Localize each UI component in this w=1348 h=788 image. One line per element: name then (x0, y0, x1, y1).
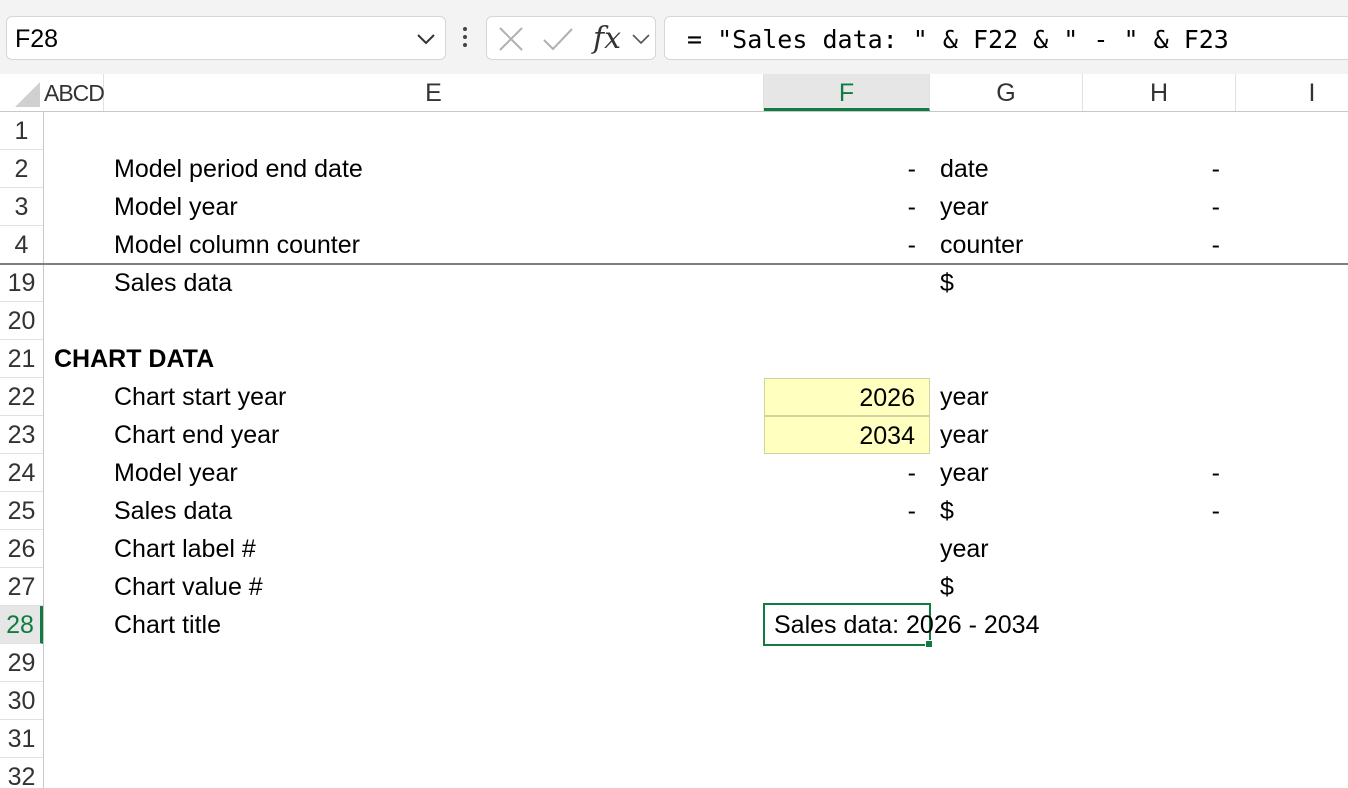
cell-f2[interactable]: - (764, 150, 930, 188)
cell-f4[interactable]: - (764, 226, 930, 264)
cell-f3[interactable]: - (764, 188, 930, 226)
row-header[interactable]: 30 (0, 682, 43, 720)
column-headers: ABCD E F G H I (0, 74, 1348, 112)
cell-g23[interactable]: year (940, 416, 989, 454)
row-header[interactable]: 21 (0, 340, 43, 378)
cell-e23[interactable]: Chart end year (114, 416, 279, 454)
row-headers: 1 2 3 4 19 20 21 22 23 24 25 26 27 28 29… (0, 112, 44, 788)
table-row: Chart label # year (44, 530, 1348, 568)
table-row: Model year - year - (44, 188, 1348, 226)
column-header-i[interactable]: I (1236, 74, 1348, 111)
column-header-f[interactable]: F (764, 74, 930, 111)
insert-function-icon[interactable]: fx (593, 21, 621, 56)
row-header[interactable]: 27 (0, 568, 43, 606)
row-header[interactable]: 4 (0, 226, 43, 264)
row-header[interactable]: 25 (0, 492, 43, 530)
row-header[interactable]: 29 (0, 644, 43, 682)
freeze-pane-divider (0, 263, 1348, 265)
table-row: Chart title (44, 606, 1348, 644)
row-header[interactable]: 22 (0, 378, 43, 416)
cell-g26[interactable]: year (940, 530, 989, 568)
cell-h3[interactable]: - (1084, 188, 1234, 226)
row-header[interactable]: 26 (0, 530, 43, 568)
cell-e26[interactable]: Chart label # (114, 530, 256, 568)
row-header[interactable]: 3 (0, 188, 43, 226)
cell-g3[interactable]: year (940, 188, 989, 226)
row-header[interactable]: 20 (0, 302, 43, 340)
row-header[interactable]: 1 (0, 112, 43, 150)
cell-g2[interactable]: date (940, 150, 989, 188)
cancel-icon[interactable] (497, 25, 525, 53)
cell-f22-input[interactable]: 2026 (764, 378, 930, 416)
formula-text: = "Sales data: " & F22 & " - " & F23 (687, 25, 1229, 54)
column-header-e[interactable]: E (104, 74, 764, 111)
cell-f25[interactable]: - (764, 492, 930, 530)
chevron-down-icon[interactable] (631, 31, 651, 47)
cell-h4[interactable]: - (1084, 226, 1234, 264)
table-row: Sales data $ (44, 264, 1348, 302)
column-header-abcd[interactable]: ABCD (44, 74, 105, 111)
cell-h2[interactable]: - (1084, 150, 1234, 188)
cell-e2[interactable]: Model period end date (114, 150, 363, 188)
row-header-selected[interactable]: 28 (0, 606, 43, 644)
cell-e27[interactable]: Chart value # (114, 568, 263, 606)
cell-g24[interactable]: year (940, 454, 989, 492)
row-header[interactable]: 24 (0, 454, 43, 492)
check-icon[interactable] (541, 25, 575, 53)
row-header[interactable]: 23 (0, 416, 43, 454)
cell-f24[interactable]: - (764, 454, 930, 492)
fill-handle[interactable] (925, 640, 933, 648)
table-row: CHART DATA (44, 340, 1348, 378)
cell-e25[interactable]: Sales data (114, 492, 232, 530)
cell-e22[interactable]: Chart start year (114, 378, 286, 416)
table-row: Chart end year 2034 year (44, 416, 1348, 454)
cell-g22[interactable]: year (940, 378, 989, 416)
section-heading[interactable]: CHART DATA (54, 340, 214, 378)
table-row: Model column counter - counter - (44, 226, 1348, 264)
column-header-g[interactable]: G (930, 74, 1083, 111)
table-row: Sales data - $ - (44, 492, 1348, 530)
cell-g25[interactable]: $ (940, 492, 954, 530)
cell-g27[interactable]: $ (940, 568, 954, 606)
active-cell-value: Sales data: 2026 - 2034 (774, 611, 1040, 639)
name-box[interactable]: F28 (6, 16, 446, 60)
cell-e24[interactable]: Model year (114, 454, 238, 492)
cell-e28[interactable]: Chart title (114, 606, 221, 644)
formula-actions: fx (486, 16, 656, 60)
cell-h24[interactable]: - (1084, 454, 1234, 492)
cell-e4[interactable]: Model column counter (114, 226, 360, 264)
table-row: Model year - year - (44, 454, 1348, 492)
row-header[interactable]: 31 (0, 720, 43, 758)
more-options-icon[interactable] (458, 24, 472, 54)
formula-bar: F28 fx = "Sales data: " & F22 & " - " & … (0, 0, 1348, 74)
table-row: Chart value # $ (44, 568, 1348, 606)
cell-h25[interactable]: - (1084, 492, 1234, 530)
row-header[interactable]: 2 (0, 150, 43, 188)
chevron-down-icon[interactable] (415, 29, 437, 49)
row-header[interactable]: 19 (0, 264, 43, 302)
select-all-corner[interactable] (0, 74, 44, 111)
cell-g19[interactable]: $ (940, 264, 954, 302)
name-box-value: F28 (15, 25, 59, 53)
cell-e19[interactable]: Sales data (114, 264, 232, 302)
cell-grid[interactable]: Model period end date - date - Model yea… (44, 112, 1348, 788)
formula-input[interactable]: = "Sales data: " & F22 & " - " & F23 (664, 16, 1348, 60)
table-row: Chart start year 2026 year (44, 378, 1348, 416)
cell-f23-input[interactable]: 2034 (764, 416, 930, 454)
cell-e3[interactable]: Model year (114, 188, 238, 226)
table-row: Model period end date - date - (44, 150, 1348, 188)
row-header[interactable]: 32 (0, 758, 43, 788)
cell-g4[interactable]: counter (940, 226, 1023, 264)
column-header-h[interactable]: H (1083, 74, 1236, 111)
